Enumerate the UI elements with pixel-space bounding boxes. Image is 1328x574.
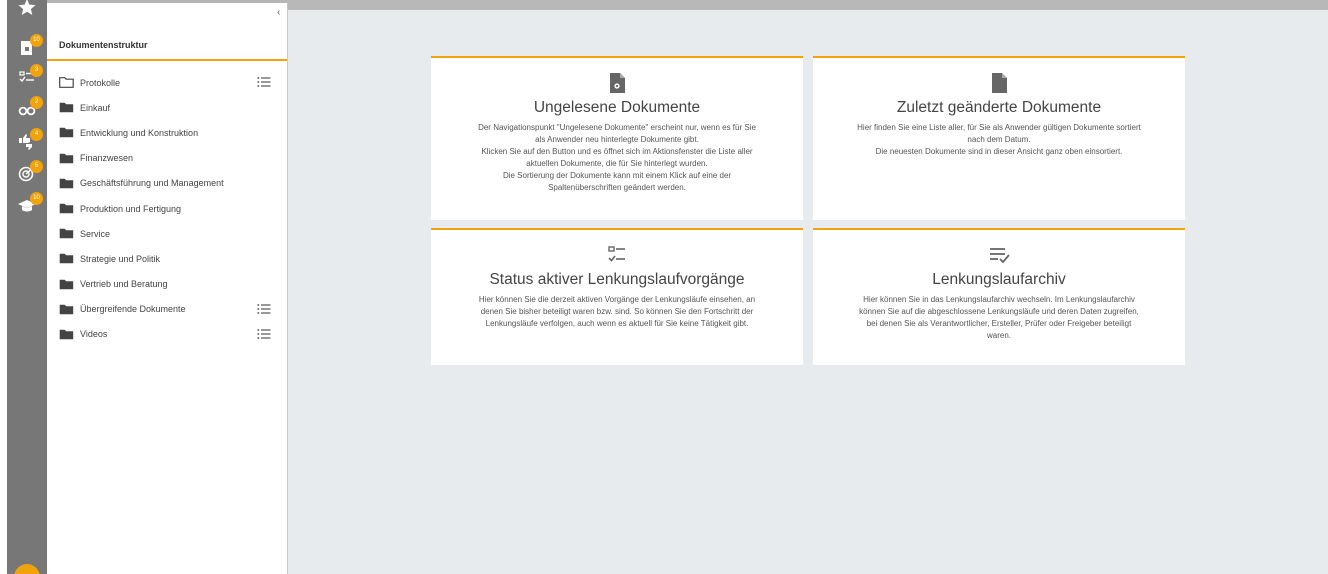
folder-icon [59,102,74,113]
tree-item[interactable]: Videos [47,322,287,347]
folder-icon [59,228,74,239]
tree-title: Dokumentenstruktur [59,40,148,50]
rail-favorites-button[interactable] [7,0,47,20]
list-check-icon [990,248,1010,264]
tree-item-label: Vertrieb und Beratung [80,279,168,290]
rail-goals-button[interactable]: 5 [7,160,47,186]
card-title: Lenkungslaufarchiv [932,271,1066,288]
folder-icon [59,153,74,163]
card-description: Hier können Sie in das Lenkungslaufarchi… [859,295,1139,340]
folder-icon [59,304,74,315]
tree-item-label: Entwicklung und Konstruktion [80,127,199,138]
rail-feedback-button[interactable]: 4 [7,128,47,154]
tree-item[interactable]: Finanzwesen [47,146,287,171]
unread-documents-card[interactable]: Ungelesene Dokumente Der Navigationspunk… [431,56,803,220]
list-view-icon[interactable] [257,303,271,315]
recently-changed-card[interactable]: Zuletzt geänderte Dokumente Hier finden … [813,56,1185,220]
folder-icon [59,178,74,189]
folder-icon [59,329,74,340]
main-content: Ungelesene Dokumente Der Navigationspunk… [287,0,1328,574]
badge-documents: 10 [30,34,43,47]
tree-item[interactable]: Vertrieb und Beratung [47,272,287,297]
tree-item[interactable]: Entwicklung und Konstruktion [47,120,287,145]
tree-item[interactable]: Protokolle [47,70,287,95]
tree-item-label: Protokolle [80,77,121,88]
list-view-icon[interactable] [257,328,271,340]
badge-tasks: 3 [30,64,43,77]
card-description: Hier können Sie die derzeit aktiven Vorg… [478,295,756,328]
tree-title-underline [47,59,287,61]
document-icon [992,73,1007,93]
rail-tasks-button[interactable]: 3 [7,64,47,90]
folder-icon [59,128,74,138]
workflow-status-card[interactable]: Status aktiver Lenkungslaufvorgänge Hier… [431,228,803,365]
tree-list: Protokolle Einkauf Entwicklung und Konstru… [47,70,287,347]
workflow-archive-card[interactable]: Lenkungslaufarchiv Hier können Sie in da… [813,228,1185,365]
rail-training-button[interactable]: 10 [7,192,47,218]
icon-rail: 10 3 2 4 5 10 [7,0,47,574]
tree-item-label: Finanzwesen [80,153,134,164]
task-checklist-icon [608,246,625,262]
tree-item-label: Service [80,228,111,239]
card-description: Hier finden Sie eine Liste aller, für Si… [857,123,1141,156]
app-window: 10 3 2 4 5 10 ‹ Dokumentenstruktur Proto… [0,0,1328,574]
card-title: Status aktiver Lenkungslaufvorgänge [489,271,745,288]
tree-item[interactable]: Übergreifende Dokumente [47,297,287,322]
card-title: Ungelesene Dokumente [533,99,701,116]
tree-item-label: Produktion und Fertigung [80,203,182,214]
tree-item-label: Übergreifende Dokumente [80,304,186,315]
tree-item[interactable]: Service [47,221,287,246]
badge-feedback: 4 [30,128,43,141]
rail-documents-button[interactable]: 10 [7,34,47,60]
tree-item-label: Strategie und Politik [80,253,161,264]
tree-item[interactable]: Einkauf [47,95,287,120]
tree-item-label: Geschäftsführung und Management [80,178,224,189]
badge-training: 10 [30,192,43,205]
tree-item[interactable]: Produktion und Fertigung [47,196,287,221]
folder-icon [59,279,74,289]
card-description: Der Navigationspunkt "Ungelesene Dokumen… [478,123,756,192]
user-avatar[interactable] [14,564,40,574]
tree-item-label: Einkauf [80,102,111,113]
folder-icon [59,203,74,214]
badge-read: 2 [30,96,43,109]
card-title: Zuletzt geänderte Dokumente [896,99,1102,116]
document-gear-icon [610,73,625,93]
folder-icon [59,254,74,264]
collapse-panel-button[interactable]: ‹ [277,7,280,18]
tree-item-label: Videos [80,329,108,340]
rail-read-button[interactable]: 2 [7,96,47,122]
tree-item[interactable]: Strategie und Politik [47,246,287,271]
badge-goals: 5 [30,160,43,173]
tree-item[interactable]: Geschäftsführung und Management [47,171,287,196]
document-tree-panel: ‹ Dokumentenstruktur Protokolle Einkauf En… [47,0,287,574]
star-icon [18,0,36,15]
list-view-icon[interactable] [257,76,271,88]
folder-open-icon [59,77,74,88]
